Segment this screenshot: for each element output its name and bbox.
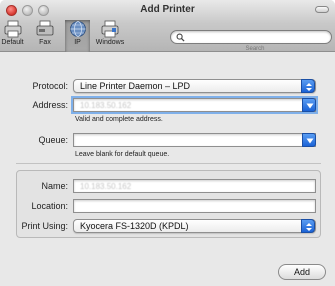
protocol-value: Line Printer Daemon – LPD <box>80 81 191 91</box>
name-field[interactable]: 10.183.50.162 <box>73 179 316 193</box>
name-label: Name: <box>41 181 68 191</box>
queue-combo-field[interactable] <box>73 133 316 147</box>
toolbar-windows-label: Windows <box>95 39 125 46</box>
toolbar-fax-label: Fax <box>39 39 51 46</box>
toolbar-toggle-button[interactable] <box>315 6 329 13</box>
toolbar-default-label: Default <box>1 39 24 46</box>
location-field[interactable] <box>73 199 316 213</box>
popup-arrows-icon <box>301 79 315 93</box>
add-printer-window: Add Printer Default Fax IP Windows Searc… <box>0 0 335 286</box>
print-using-label: Print Using: <box>21 221 68 231</box>
fax-icon <box>36 20 54 36</box>
search-input[interactable] <box>170 30 332 44</box>
address-combo-field[interactable]: 10.183.50.162 <box>73 98 316 112</box>
titlebar: Add Printer Default Fax IP Windows Searc… <box>0 0 335 52</box>
search-icon <box>176 33 185 42</box>
toolbar-ip-button[interactable]: IP <box>65 20 90 52</box>
add-button[interactable]: Add <box>278 264 326 280</box>
globe-icon <box>69 21 86 37</box>
window-title: Add Printer <box>140 4 195 15</box>
popup-arrows-icon <box>301 219 315 233</box>
location-label: Location: <box>31 201 68 211</box>
toolbar-fax-button[interactable]: Fax <box>29 20 61 52</box>
address-value: 10.183.50.162 <box>80 101 132 110</box>
toolbar-windows-button[interactable]: Windows <box>95 20 125 52</box>
queue-hint: Leave blank for default queue. <box>75 151 170 158</box>
address-dropdown-button[interactable] <box>302 98 316 112</box>
toolbar-default-button[interactable]: Default <box>0 20 25 52</box>
protocol-label: Protocol: <box>32 81 68 91</box>
name-value: 10.183.50.162 <box>80 182 132 191</box>
windows-printer-icon <box>101 20 119 38</box>
printer-icon <box>4 20 21 38</box>
address-label: Address: <box>32 100 68 110</box>
search-caption: Search <box>245 46 265 52</box>
protocol-popup[interactable]: Line Printer Daemon – LPD <box>73 79 316 93</box>
queue-label: Queue: <box>38 135 68 145</box>
queue-dropdown-button[interactable] <box>302 133 316 147</box>
print-using-value: Kyocera FS-1320D (KPDL) <box>80 221 189 231</box>
address-hint: Valid and complete address. <box>75 116 163 123</box>
section-divider <box>16 163 321 164</box>
print-using-popup[interactable]: Kyocera FS-1320D (KPDL) <box>73 219 316 233</box>
toolbar-ip-label: IP <box>74 39 81 46</box>
